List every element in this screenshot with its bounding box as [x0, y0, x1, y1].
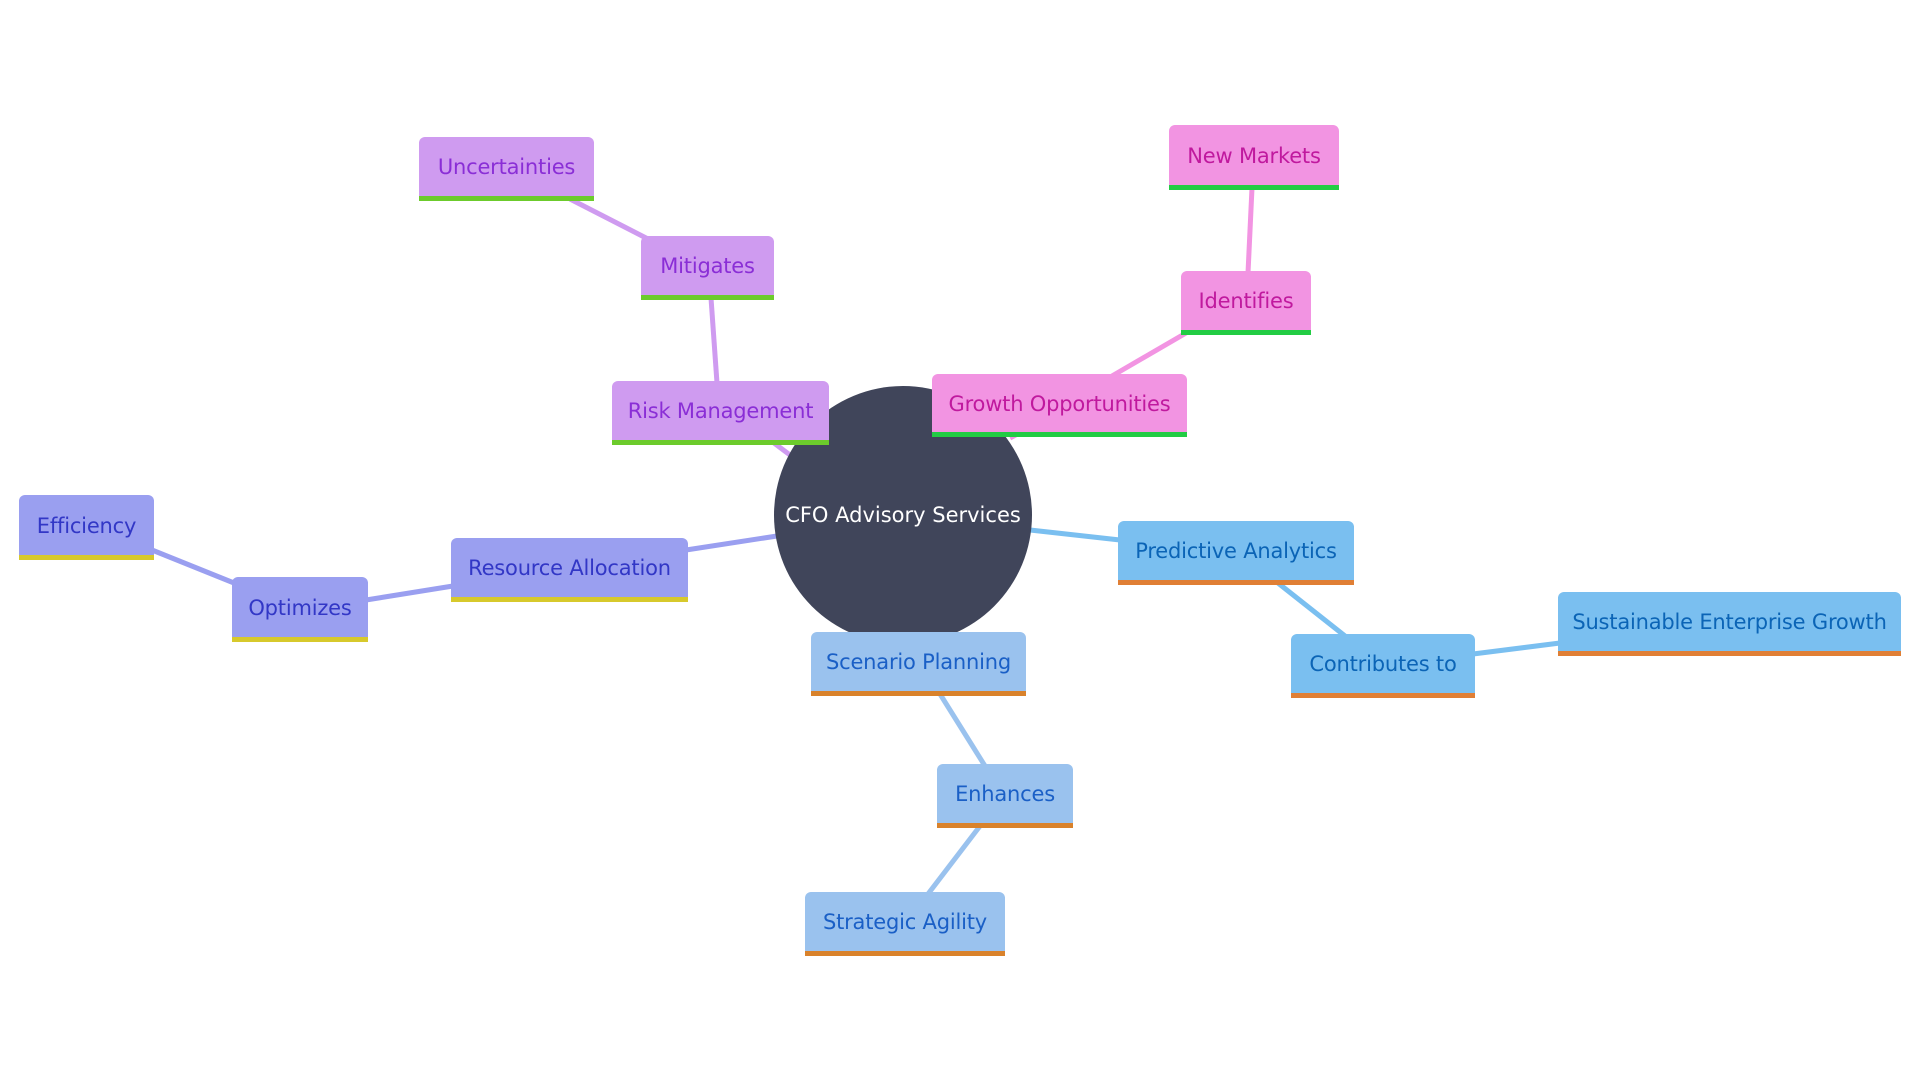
node-label: Resource Allocation: [468, 556, 671, 580]
node-optimizes[interactable]: Optimizes: [232, 577, 368, 642]
edge-optimizes-efficiency: [151, 547, 235, 586]
node-new-markets[interactable]: New Markets: [1169, 125, 1339, 190]
node-predictive-analytics[interactable]: Predictive Analytics: [1118, 521, 1354, 585]
edge-root-resource: [685, 533, 778, 553]
node-label: Optimizes: [248, 595, 352, 620]
edge-identifies-newmarkets: [1245, 187, 1255, 274]
node-mitigates[interactable]: Mitigates: [641, 236, 774, 300]
node-label: Enhances: [955, 782, 1055, 806]
node-strategic-agility[interactable]: Strategic Agility: [805, 892, 1005, 956]
edge-root-predictive: [1029, 527, 1121, 543]
node-label: New Markets: [1187, 143, 1321, 168]
node-risk-management[interactable]: Risk Management: [612, 381, 829, 445]
node-label: Efficiency: [36, 513, 137, 538]
edge-risk-mitigates: [708, 297, 720, 384]
node-contributes-to[interactable]: Contributes to: [1291, 634, 1475, 698]
node-label: Mitigates: [660, 254, 755, 278]
node-label: Uncertainties: [437, 155, 576, 179]
edge-scenario-enhances: [937, 692, 988, 768]
edge-contributes-sustainable: [1472, 640, 1561, 657]
node-resource-allocation[interactable]: Resource Allocation: [451, 538, 688, 602]
node-label: Predictive Analytics: [1135, 539, 1337, 563]
edge-mitigates-uncertainties: [568, 196, 652, 243]
node-growth-opportunities[interactable]: Growth Opportunities: [932, 374, 1187, 437]
node-identifies[interactable]: Identifies: [1181, 271, 1311, 335]
root-node-label: CFO Advisory Services: [785, 503, 1021, 527]
node-uncertainties[interactable]: Uncertainties: [419, 137, 594, 201]
node-label: Contributes to: [1309, 652, 1457, 676]
node-label: Sustainable Enterprise Growth: [1572, 610, 1887, 634]
node-scenario-planning[interactable]: Scenario Planning: [811, 632, 1026, 696]
edge-resource-optimizes: [365, 583, 454, 603]
edge-enhances-agility: [926, 824, 982, 896]
node-sustainable-enterprise-growth[interactable]: Sustainable Enterprise Growth: [1558, 592, 1901, 656]
node-efficiency[interactable]: Efficiency: [19, 495, 154, 560]
node-label: Risk Management: [627, 399, 814, 423]
node-label: Identifies: [1198, 289, 1294, 313]
edge-growth-identifies: [1110, 330, 1188, 379]
edge-predictive-contributes: [1276, 581, 1347, 638]
node-enhances[interactable]: Enhances: [937, 764, 1073, 828]
node-label: Scenario Planning: [825, 650, 1012, 674]
node-label: Strategic Agility: [822, 910, 988, 934]
node-label: Growth Opportunities: [948, 391, 1171, 416]
